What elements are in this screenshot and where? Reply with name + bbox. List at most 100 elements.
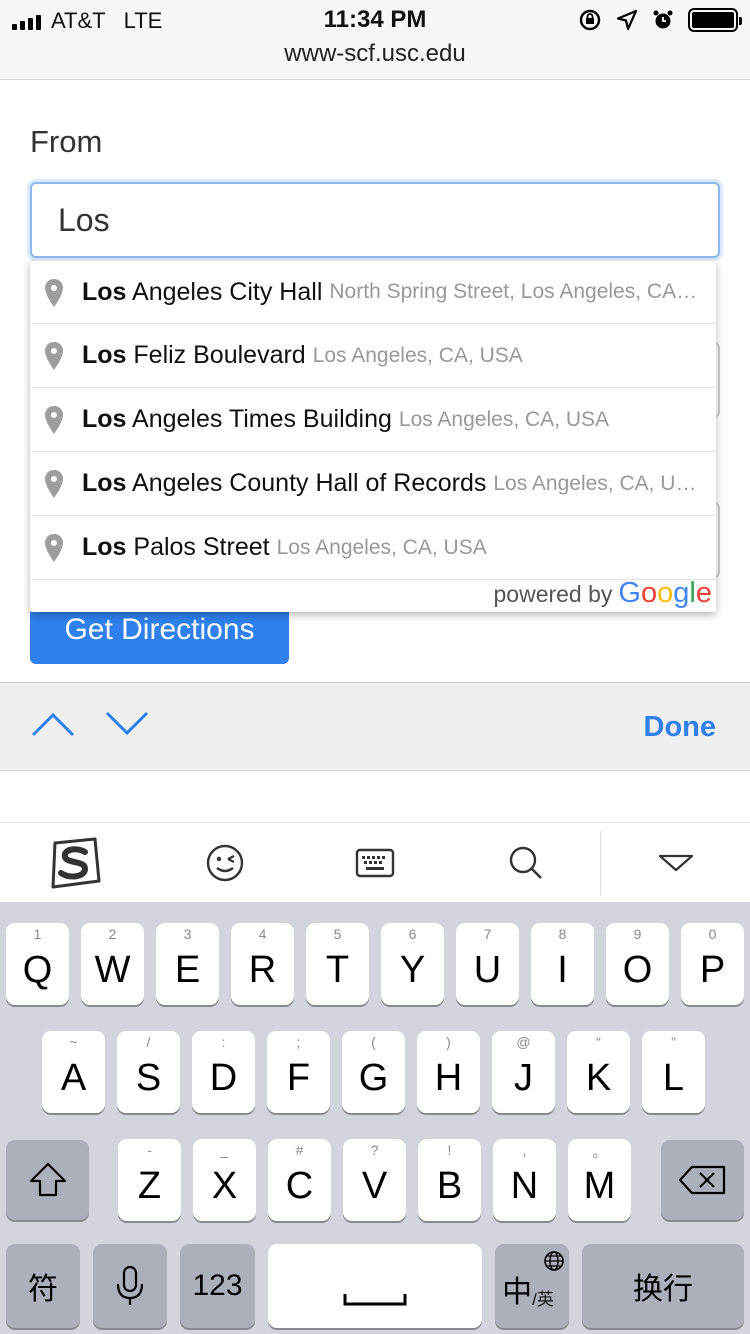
key-label: K [585,1056,612,1099]
keyboard-icon[interactable] [354,835,396,891]
symbols-key[interactable]: 符 [6,1244,80,1328]
key-v[interactable]: ? V [343,1139,406,1221]
key-label: M [583,1164,616,1207]
from-input[interactable]: Los [30,182,720,258]
delete-key[interactable] [661,1140,744,1220]
key-s[interactable]: / S [117,1031,180,1113]
url-label[interactable]: www-scf.usc.edu [0,40,750,68]
key-secondary-label: ! [447,1142,452,1158]
key-label: Z [137,1164,162,1207]
battery-icon [688,8,742,32]
key-h[interactable]: ) H [417,1031,480,1113]
key-y[interactable]: 6Y [381,923,444,1005]
key-label: X [211,1164,238,1207]
key-secondary-label: 5 [333,926,342,942]
emoji-icon[interactable] [204,835,246,891]
suggestion-rest: Palos Street [126,533,270,561]
microphone-icon [116,1265,144,1305]
key-g[interactable]: (G [342,1031,405,1113]
next-field-chevron-down-icon[interactable] [104,703,150,743]
autocomplete-item[interactable]: Los Angeles City Hall North Spring Street… [30,260,716,324]
key-k[interactable]: “K [567,1031,630,1113]
voice-input-key[interactable] [93,1244,167,1328]
status-bar: AT&T LTE 11:34 PM www-scf.usc.edu [0,0,750,80]
autocomplete-item[interactable]: Los Feliz Boulevard Los Angeles, CA, USA [30,324,716,388]
key-secondary-label: 3 [183,926,192,942]
shift-key[interactable] [6,1140,89,1220]
suggestion-rest: Angeles City Hall [126,277,323,306]
key-secondary-label: 4 [258,926,267,942]
key-secondary-label: ( [371,1034,376,1050]
key-m[interactable]: 。 M [568,1139,631,1221]
key-label: N [510,1164,539,1207]
key-secondary-label: 2 [108,926,117,942]
key-l[interactable]: ” L [642,1031,705,1113]
lang-main-label: 中 [502,1276,533,1309]
google-logo: Google [618,577,712,609]
space-key[interactable] [268,1244,482,1328]
key-f[interactable]: ; F [267,1031,330,1113]
powered-by-label: powered by [493,581,613,607]
key-r[interactable]: 4R [231,923,294,1005]
key-w[interactable]: 2W [81,923,144,1005]
key-d[interactable]: :D [192,1031,255,1113]
key-secondary-label: # [295,1142,304,1158]
key-t[interactable]: 5T [306,923,369,1005]
key-i[interactable]: 8I [531,923,594,1005]
form-accessory-bar: Done [0,682,750,771]
key-label: W [94,948,131,991]
suggestion-rest: Angeles County Hall of Records [126,469,487,497]
orientation-lock-icon [579,9,601,31]
done-button[interactable]: Done [644,711,717,744]
key-label: A [60,1056,87,1099]
return-key[interactable]: 换行 [582,1244,744,1328]
from-label: From [30,124,103,159]
key-secondary-label: 。 [592,1144,607,1160]
hide-keyboard-chevron-down-icon[interactable] [656,835,696,891]
key-secondary-label: , [522,1142,527,1158]
key-secondary-label: 6 [408,926,417,942]
powered-by-google: powered by Google [494,577,713,610]
key-label: I [557,948,568,991]
key-z[interactable]: -Z [118,1139,181,1221]
suggestion-match: Los [82,469,127,497]
suggestion-match: Los [82,533,127,561]
location-icon [616,9,638,31]
key-u[interactable]: 7U [456,923,519,1005]
key-label: R [248,948,277,991]
autocomplete-item[interactable]: Los Angeles Times Building Los Angeles, C… [30,388,716,452]
suggestion-main: Los Angeles County Hall of Records [82,469,486,498]
key-n[interactable]: ,N [493,1139,556,1221]
key-c[interactable]: # C [268,1139,331,1221]
autocomplete-item[interactable]: Los Palos Street Los Angeles, CA, USA [30,516,716,580]
key-label: B [436,1164,463,1207]
suggestion-match: Los [82,277,127,306]
key-secondary-label: ) [446,1034,451,1050]
sogou-logo-icon[interactable] [46,835,104,891]
key-secondary-label: 8 [558,926,567,942]
key-j[interactable]: @ J [492,1031,555,1113]
suggestion-secondary: North Spring Street, Los Angeles, CA, US… [329,280,716,303]
key-a[interactable]: ~ A [42,1031,105,1113]
key-secondary-label: ; [296,1034,301,1050]
key-secondary-label: 1 [33,926,42,942]
numbers-key[interactable]: 123 [180,1244,255,1328]
map-pin-icon [45,534,63,562]
suggestion-main: Los Angeles Times Building [82,405,392,434]
key-secondary-label: ” [671,1034,676,1050]
key-p[interactable]: 0P [681,923,744,1005]
suggestion-match: Los [82,341,127,369]
autocomplete-item[interactable]: Los Angeles County Hall of Records Los An… [30,452,716,516]
key-label: T [325,948,350,991]
language-switch-key[interactable]: 中 /英 [495,1244,569,1328]
shift-icon [29,1162,66,1197]
key-e[interactable]: 3E [156,923,219,1005]
key-x[interactable]: _ X [193,1139,256,1221]
search-icon[interactable] [506,835,546,891]
previous-field-chevron-up-icon[interactable] [30,703,76,743]
key-b[interactable]: ! B [418,1139,481,1221]
key-q[interactable]: 1Q [6,923,69,1005]
map-pin-icon [45,406,63,434]
key-label: Q [22,948,53,991]
key-o[interactable]: 9O [606,923,669,1005]
